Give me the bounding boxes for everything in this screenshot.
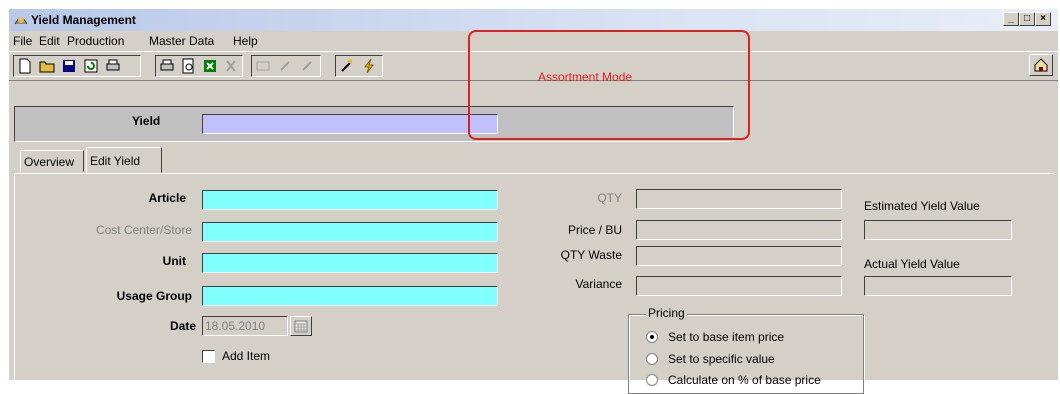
menu-file[interactable]: File [13,34,32,48]
maximize-button[interactable]: □ [1019,12,1035,26]
add-item-checkbox[interactable] [202,350,215,363]
pricing-option-specific-value: Set to specific value [668,352,775,366]
actual-yield-input[interactable] [864,276,1012,296]
info-icon[interactable] [252,56,274,76]
price-bu-label: Price / BU [567,223,622,237]
cost-center-input[interactable] [202,222,498,242]
home-icon [1034,58,1048,72]
cost-center-label: Cost Center/Store [95,223,192,237]
pricing-radio-specific-value[interactable] [646,353,658,365]
arrow-up-right-icon[interactable] [296,56,318,76]
calendar-button[interactable] [290,316,312,336]
variance-label: Variance [575,277,622,291]
actual-yield-label: Actual Yield Value [864,257,960,271]
excel-export-icon[interactable] [199,56,221,76]
pricing-radio-percent[interactable] [646,374,658,386]
close-button[interactable]: × [1035,12,1051,26]
pricing-option-percent: Calculate on % of base price [668,373,821,387]
print-icon[interactable] [102,56,124,76]
estimated-yield-input[interactable] [864,220,1012,240]
cut-icon[interactable] [221,56,243,76]
qty-waste-input[interactable] [636,246,842,266]
home-button[interactable] [1029,54,1053,76]
date-label: Date [169,319,196,333]
menu-master-data[interactable]: Master Data [149,34,214,48]
tab-edit-yield[interactable]: Edit Yield [86,147,162,173]
annotation-highlight-box [468,30,750,140]
print-icon[interactable] [156,56,178,76]
article-label: Article [148,191,186,205]
magic-wand-icon[interactable] [336,56,358,76]
qty-waste-label: QTY Waste [560,248,622,262]
qty-label: QTY [597,191,622,205]
article-input[interactable] [202,190,498,210]
print-preview-icon[interactable] [178,56,200,76]
new-document-icon[interactable] [14,56,36,76]
qty-input[interactable] [636,189,842,209]
title-bar[interactable]: Yield Management _ □ × [9,9,1058,31]
menu-production[interactable]: Production [67,34,124,48]
usage-group-input[interactable] [202,286,498,306]
price-bu-input[interactable] [636,220,842,240]
menu-help[interactable]: Help [233,34,258,48]
open-folder-icon[interactable] [36,56,58,76]
app-icon [13,12,29,28]
add-item-label: Add Item [222,349,271,363]
save-icon[interactable] [58,56,80,76]
window-title: Yield Management [31,13,136,27]
date-input[interactable]: 18.05.2010 [202,316,288,336]
pricing-option-base-price: Set to base item price [668,330,785,344]
arrow-down-left-icon[interactable] [274,56,296,76]
pricing-radio-base-price[interactable] [646,331,658,343]
usage-group-label: Usage Group [116,289,192,303]
variance-input[interactable] [636,276,842,296]
lightning-icon[interactable] [358,56,380,76]
yield-input[interactable] [202,114,498,134]
unit-label: Unit [162,254,186,268]
refresh-icon[interactable] [80,56,102,76]
yield-label: Yield [132,114,161,128]
menu-edit[interactable]: Edit [39,34,60,48]
minimize-button[interactable]: _ [1003,12,1019,26]
estimated-yield-label: Estimated Yield Value [864,199,980,213]
tab-overview[interactable]: Overview [20,150,84,172]
pricing-title: Pricing [646,306,687,320]
unit-input[interactable] [202,253,498,273]
calendar-icon [294,320,308,333]
